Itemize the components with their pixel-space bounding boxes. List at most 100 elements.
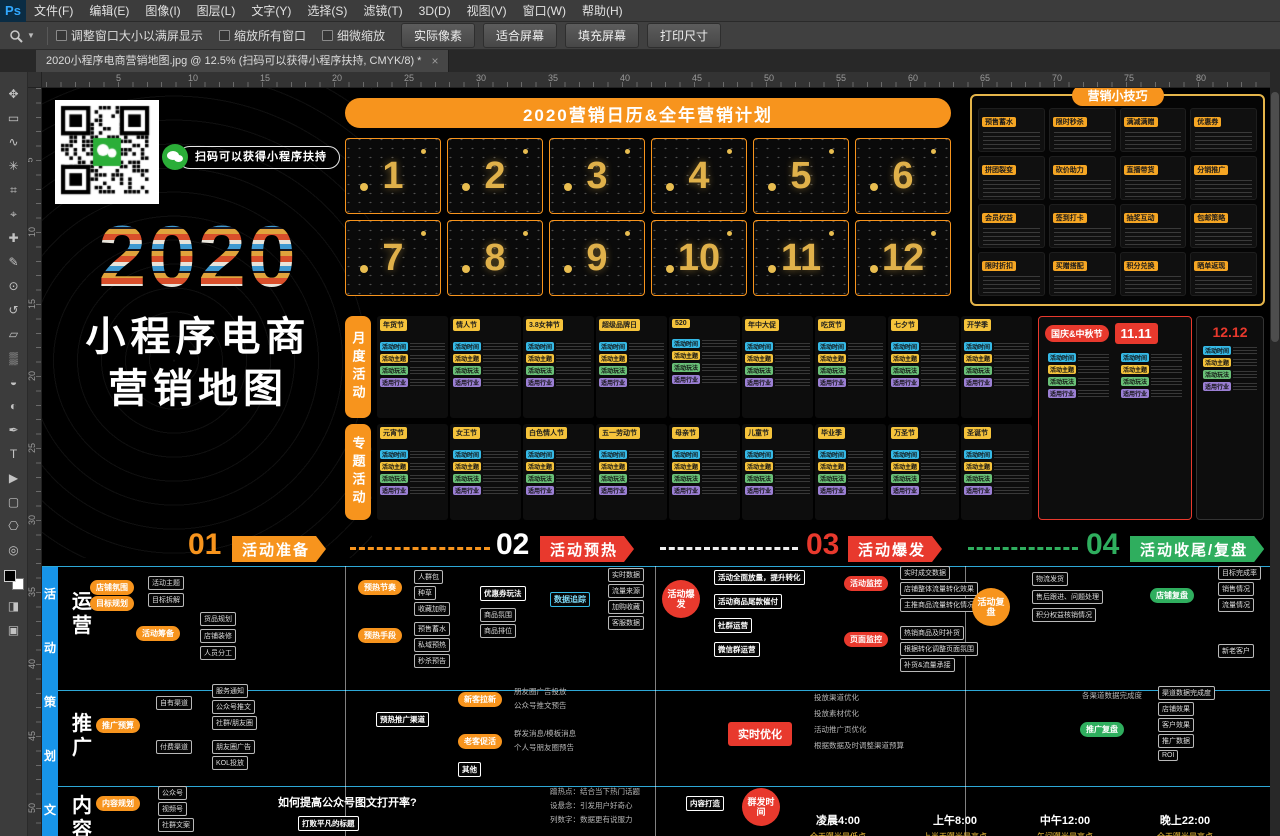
flow-node: 活动推广页优化 (814, 724, 867, 735)
wechat-icon (162, 144, 188, 170)
flow-node: 活动主题 (148, 576, 184, 590)
ruler-number: 35 (548, 73, 558, 83)
flow-node: 主推商品流量转化情况 (900, 598, 978, 612)
menu-item[interactable]: 窗口(W) (515, 0, 574, 22)
zoom-tool[interactable]: ◎ (0, 538, 28, 562)
ruler-number: 75 (1124, 73, 1134, 83)
actual-pixels-button[interactable]: 实际像素 (401, 23, 475, 48)
close-icon[interactable]: × (431, 50, 438, 72)
timeline-time: 晚上22:00 (1135, 812, 1235, 828)
timeline-item: 凌晨4:00全天曝光最低点 (788, 812, 888, 836)
flow-node: 人员分工 (200, 646, 236, 660)
pen-tool[interactable]: ✒ (0, 418, 28, 442)
color-swatches[interactable] (4, 570, 24, 590)
timeline-note: 全天曝光最高点 (1135, 831, 1235, 836)
menu-item[interactable]: 帮助(H) (574, 0, 631, 22)
ruler-number: 70 (1052, 73, 1062, 83)
flow-node: 流量情况 (1218, 598, 1254, 612)
fill-screen-button[interactable]: 填充屏幕 (565, 23, 639, 48)
checkbox-icon[interactable] (322, 30, 333, 41)
ruler-corner (28, 72, 42, 88)
ruler-number: 25 (27, 443, 37, 453)
flowchart-area: 运营推广内容店铺氛围目标规划活动主题目标拆解活动筹备货品规划店铺装修人员分工预热… (42, 88, 1270, 836)
ruler-number: 45 (692, 73, 702, 83)
crop-tool[interactable]: ⌗ (0, 178, 28, 202)
menu-item[interactable]: 文件(F) (26, 0, 81, 22)
resize-windows-checkbox[interactable]: 调整窗口大小以满屏显示 (56, 27, 203, 44)
menu-item[interactable]: 图像(I) (137, 0, 188, 22)
menu-item[interactable]: 3D(D) (411, 0, 459, 22)
checkbox-icon[interactable] (56, 30, 67, 41)
flow-node: 预热推广渠道 (376, 712, 429, 727)
flow-node: 目标规划 (90, 596, 134, 611)
foreground-color-swatch[interactable] (4, 570, 16, 582)
hand-tool[interactable]: ⎔ (0, 514, 28, 538)
path-select-tool[interactable]: ▶ (0, 466, 28, 490)
ruler-number: 55 (836, 73, 846, 83)
flow-node: 店铺复盘 (1150, 588, 1194, 603)
dodge-tool[interactable]: ◐ (0, 394, 28, 418)
menu-item[interactable]: 选择(S) (299, 0, 355, 22)
flow-node: 店铺效果 (1158, 702, 1194, 716)
menu-items: 文件(F)编辑(E)图像(I)图层(L)文字(Y)选择(S)滤镜(T)3D(D)… (26, 0, 631, 22)
zoom-tool-icon[interactable] (6, 26, 26, 46)
flow-node: 货品规划 (200, 612, 236, 626)
healing-brush-tool[interactable]: ✚ (0, 226, 28, 250)
ruler-number: 80 (1196, 73, 1206, 83)
flow-node: 老客促活 (458, 734, 502, 749)
flow-node: 活动筹备 (136, 626, 180, 641)
zoom-all-windows-checkbox[interactable]: 缩放所有窗口 (219, 27, 306, 44)
flow-node: 渠道数据完成度 (1158, 686, 1215, 700)
flow-node: 数据追踪 (550, 592, 590, 607)
eraser-tool[interactable]: ▱ (0, 322, 28, 346)
flow-node: 热销商品及时补货 (900, 626, 964, 640)
gradient-tool[interactable]: ▒ (0, 346, 28, 370)
screen-mode-icon[interactable]: ▣ (0, 618, 28, 642)
ruler-number: 15 (27, 299, 37, 309)
flow-node: 投放渠道优化 (814, 692, 859, 703)
shape-tool[interactable]: ▢ (0, 490, 28, 514)
flow-node: 群发时间 (742, 788, 780, 826)
menu-item[interactable]: 视图(V) (459, 0, 515, 22)
menu-item[interactable]: 文字(Y) (243, 0, 299, 22)
flow-node: 公众号 (158, 786, 187, 800)
flow-node: 收藏加购 (414, 602, 450, 616)
marquee-tool[interactable]: ▭ (0, 106, 28, 130)
clone-stamp-tool[interactable]: ⊙ (0, 274, 28, 298)
flow-node: 根据数据及时调整渠道预算 (814, 740, 904, 751)
tool-options-bar: ▼ 调整窗口大小以满屏显示 缩放所有窗口 细微缩放 实际像素 适合屏幕 填充屏幕… (0, 22, 1280, 50)
blur-tool[interactable]: ◒ (0, 370, 28, 394)
fit-screen-button[interactable]: 适合屏幕 (483, 23, 557, 48)
flow-node: 实时优化 (728, 722, 792, 746)
menu-item[interactable]: 图层(L) (189, 0, 244, 22)
checkbox-label: 调整窗口大小以满屏显示 (71, 27, 203, 44)
document-tab-title: 2020小程序电商营销地图.jpg @ 12.5% (扫码可以获得小程序扶持, … (46, 50, 421, 72)
document-tab[interactable]: 2020小程序电商营销地图.jpg @ 12.5% (扫码可以获得小程序扶持, … (36, 50, 449, 72)
scrollbar-thumb[interactable] (1271, 92, 1279, 342)
menu-bar: Ps 文件(F)编辑(E)图像(I)图层(L)文字(Y)选择(S)滤镜(T)3D… (0, 0, 1280, 22)
brush-tool[interactable]: ✎ (0, 250, 28, 274)
flow-node: 预热手段 (358, 628, 402, 643)
chevron-down-icon[interactable]: ▼ (27, 31, 35, 40)
quick-mask-icon[interactable]: ◨ (0, 594, 28, 618)
checkbox-icon[interactable] (219, 30, 230, 41)
flow-node: 活动商品尾款催付 (714, 594, 782, 609)
scrubby-zoom-checkbox[interactable]: 细微缩放 (322, 27, 385, 44)
flow-node: 视频号 (158, 802, 187, 816)
flow-node: 群发消息/模板消息 (514, 728, 576, 739)
flow-node: 公众号推文预告 (514, 700, 567, 711)
history-brush-tool[interactable]: ↺ (0, 298, 28, 322)
vertical-scrollbar[interactable] (1270, 72, 1280, 836)
lasso-tool[interactable]: ∿ (0, 130, 28, 154)
ruler-number: 50 (764, 73, 774, 83)
move-tool[interactable]: ✥ (0, 82, 28, 106)
print-size-button[interactable]: 打印尺寸 (647, 23, 721, 48)
flow-node: 活动复盘 (972, 588, 1010, 626)
document-canvas[interactable]: 扫码可以获得小程序扶持 2020 小程序电商 营销地图 2020营销日历&全年营… (42, 88, 1270, 836)
type-tool[interactable]: T (0, 442, 28, 466)
quick-select-tool[interactable]: ✳ (0, 154, 28, 178)
menu-item[interactable]: 滤镜(T) (355, 0, 410, 22)
eyedropper-tool[interactable]: ⌖ (0, 202, 28, 226)
menu-item[interactable]: 编辑(E) (81, 0, 137, 22)
flow-node: 列数字：数据更有说服力 (550, 814, 633, 825)
